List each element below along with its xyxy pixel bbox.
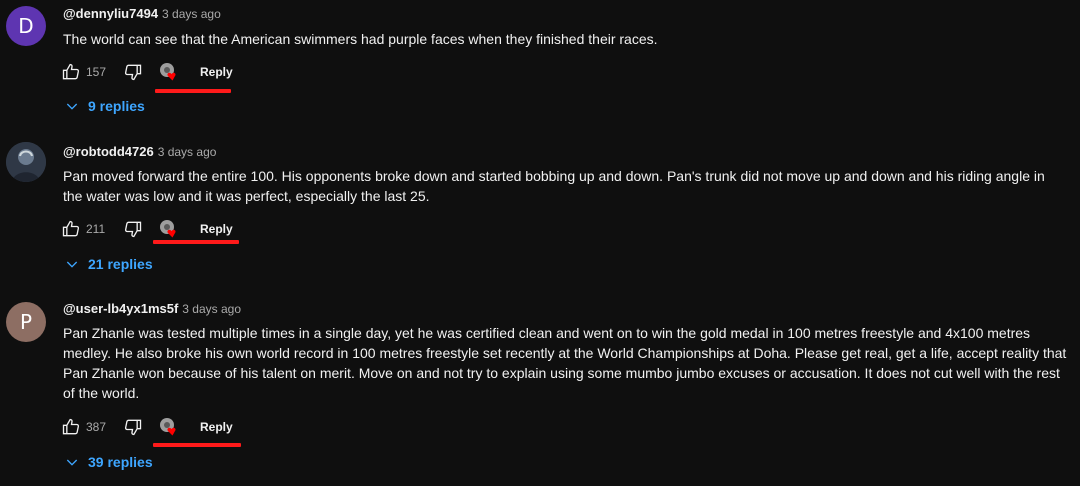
thumbs-up-icon[interactable] xyxy=(60,61,82,83)
chevron-down-icon xyxy=(66,261,78,268)
reply-button[interactable]: Reply xyxy=(200,420,233,434)
creator-heart-icon xyxy=(158,218,180,240)
like-count: 387 xyxy=(86,420,107,434)
thumbs-up-icon[interactable] xyxy=(60,218,82,240)
comment-time[interactable]: 3 days ago xyxy=(162,7,221,21)
annotation-underline xyxy=(153,240,239,244)
comment-time[interactable]: 3 days ago xyxy=(182,302,241,316)
reply-button[interactable]: Reply xyxy=(200,222,233,236)
comment-author[interactable]: @robtodd4726 xyxy=(63,144,154,159)
comment-actions: 387 Reply xyxy=(60,415,233,439)
like-count: 157 xyxy=(86,65,107,79)
replies-label: 9 replies xyxy=(88,98,145,114)
view-replies-button[interactable]: 39 replies xyxy=(64,454,153,470)
annotation-underline xyxy=(153,443,241,447)
thumbs-down-icon[interactable] xyxy=(122,218,144,240)
replies-label: 39 replies xyxy=(88,454,153,470)
comment-time[interactable]: 3 days ago xyxy=(158,145,217,159)
reply-button[interactable]: Reply xyxy=(200,65,233,79)
annotation-underline xyxy=(155,89,231,93)
avatar-photo xyxy=(6,142,46,182)
thumbs-up-icon[interactable] xyxy=(60,416,82,438)
avatar[interactable]: D xyxy=(6,6,46,46)
avatar[interactable] xyxy=(6,142,46,182)
comment-author[interactable]: @dennyliu7494 xyxy=(63,6,158,21)
replies-label: 21 replies xyxy=(88,256,153,272)
comment-author[interactable]: @user-lb4yx1ms5f xyxy=(63,301,178,316)
like-count: 211 xyxy=(86,222,106,236)
thumbs-down-icon[interactable] xyxy=(122,416,144,438)
creator-heart-icon xyxy=(158,416,180,438)
chevron-down-icon xyxy=(66,459,78,466)
avatar[interactable]: P xyxy=(6,302,46,342)
view-replies-button[interactable]: 9 replies xyxy=(64,98,145,114)
comment-actions: 211 Reply xyxy=(60,217,233,241)
thumbs-down-icon[interactable] xyxy=(122,61,144,83)
comment-actions: 157 Reply xyxy=(60,60,233,84)
creator-heart-icon xyxy=(158,61,180,83)
comment-text: Pan Zhanle was tested multiple times in … xyxy=(63,325,1067,401)
comment-text: The world can see that the American swim… xyxy=(63,31,658,47)
comment-text: Pan moved forward the entire 100. His op… xyxy=(63,168,1045,204)
view-replies-button[interactable]: 21 replies xyxy=(64,256,153,272)
chevron-down-icon xyxy=(66,103,78,110)
